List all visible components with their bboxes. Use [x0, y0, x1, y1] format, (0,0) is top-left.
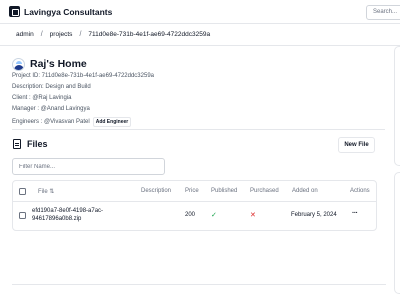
project-avatar	[12, 58, 25, 71]
column-header-added-on: Added on	[292, 188, 318, 194]
breadcrumb-admin[interactable]: admin	[16, 31, 34, 38]
engineers-label: Engineers : @Vivasvan Patel	[12, 119, 90, 125]
select-all-checkbox[interactable]	[19, 188, 26, 195]
side-card	[394, 172, 400, 294]
file-name-line-2[interactable]: 94617896a0b8.zip	[32, 216, 81, 222]
slash-icon: /	[40, 31, 43, 38]
sort-icon[interactable]: ⇅	[49, 189, 54, 195]
column-header-purchased: Purchased	[250, 188, 279, 194]
project-client: Client : @Raj Lavingia	[12, 95, 72, 101]
more-actions-icon[interactable]: ···	[352, 210, 358, 217]
column-header-published: Published	[211, 188, 238, 194]
project-title: Raj's Home	[30, 58, 87, 70]
filter-name-input[interactable]	[12, 158, 165, 175]
side-card	[394, 46, 400, 166]
global-search-input[interactable]: Search...	[366, 5, 400, 20]
logo-icon	[9, 6, 20, 17]
top-bar: Lavingya Consultants Search...	[0, 0, 400, 24]
file-icon	[13, 139, 21, 149]
brand[interactable]: Lavingya Consultants	[9, 6, 112, 17]
project-engineers: Engineers : @Vivasvan Patel Add Engineer	[12, 117, 132, 127]
files-title: Files	[27, 139, 48, 149]
breadcrumb-project-id[interactable]: 711d0e8e-731b-4e1f-ae69-4722ddc3259a	[88, 31, 210, 38]
panel-bottom-border	[12, 284, 386, 285]
new-file-button[interactable]: New File	[338, 137, 375, 153]
column-header-file[interactable]: File ⇅	[38, 188, 54, 195]
files-table: File ⇅ Description Price Published Purch…	[12, 180, 377, 231]
project-id: Project ID: 711d0e8e-731b-4e1f-ae69-4722…	[12, 73, 154, 79]
file-added-on: February 5, 2024	[291, 212, 337, 218]
header-divider	[0, 45, 400, 46]
column-header-description: Description	[141, 188, 172, 194]
file-column-label: File	[38, 189, 48, 195]
file-name-line-1[interactable]: efd190a7-8e0f-4198-a7ac-	[32, 208, 103, 214]
project-description: Description: Design and Build	[12, 84, 91, 90]
section-divider	[12, 129, 385, 130]
brand-name: Lavingya Consultants	[24, 6, 113, 17]
file-price: 200	[185, 212, 196, 218]
row-checkbox[interactable]	[19, 212, 26, 219]
project-manager: Manager : @Anand Lavingya	[12, 106, 90, 112]
breadcrumb: admin / projects / 711d0e8e-731b-4e1f-ae…	[16, 31, 210, 38]
column-header-price: Price	[185, 188, 199, 194]
add-engineer-button[interactable]: Add Engineer	[92, 117, 132, 127]
x-icon: ✕	[250, 212, 256, 219]
column-header-actions: Actions	[350, 188, 370, 194]
breadcrumb-projects[interactable]: projects	[50, 31, 73, 38]
check-icon: ✓	[211, 212, 217, 219]
table-header-divider	[13, 201, 376, 202]
slash-icon: /	[79, 31, 82, 38]
